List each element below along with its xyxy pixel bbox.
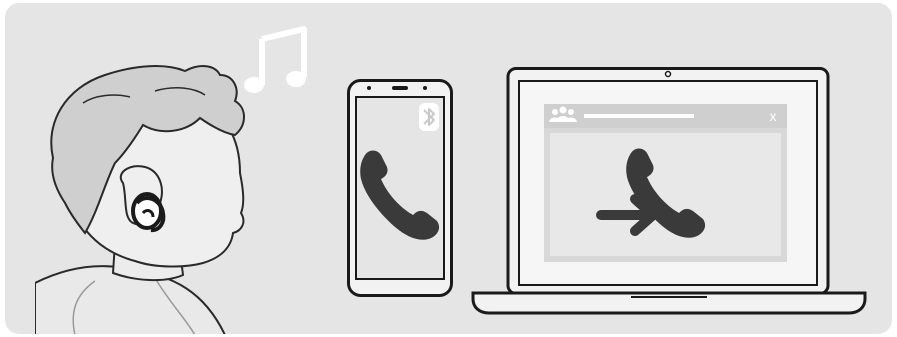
music-note-icon (244, 26, 307, 93)
illustration-scene: x (5, 3, 892, 334)
smartphone (347, 79, 453, 297)
laptop-screen-overlay: x (471, 67, 867, 329)
app-window-close-button[interactable]: x (764, 106, 782, 126)
person-with-earbud (35, 65, 245, 334)
bluetooth-icon (419, 103, 439, 131)
